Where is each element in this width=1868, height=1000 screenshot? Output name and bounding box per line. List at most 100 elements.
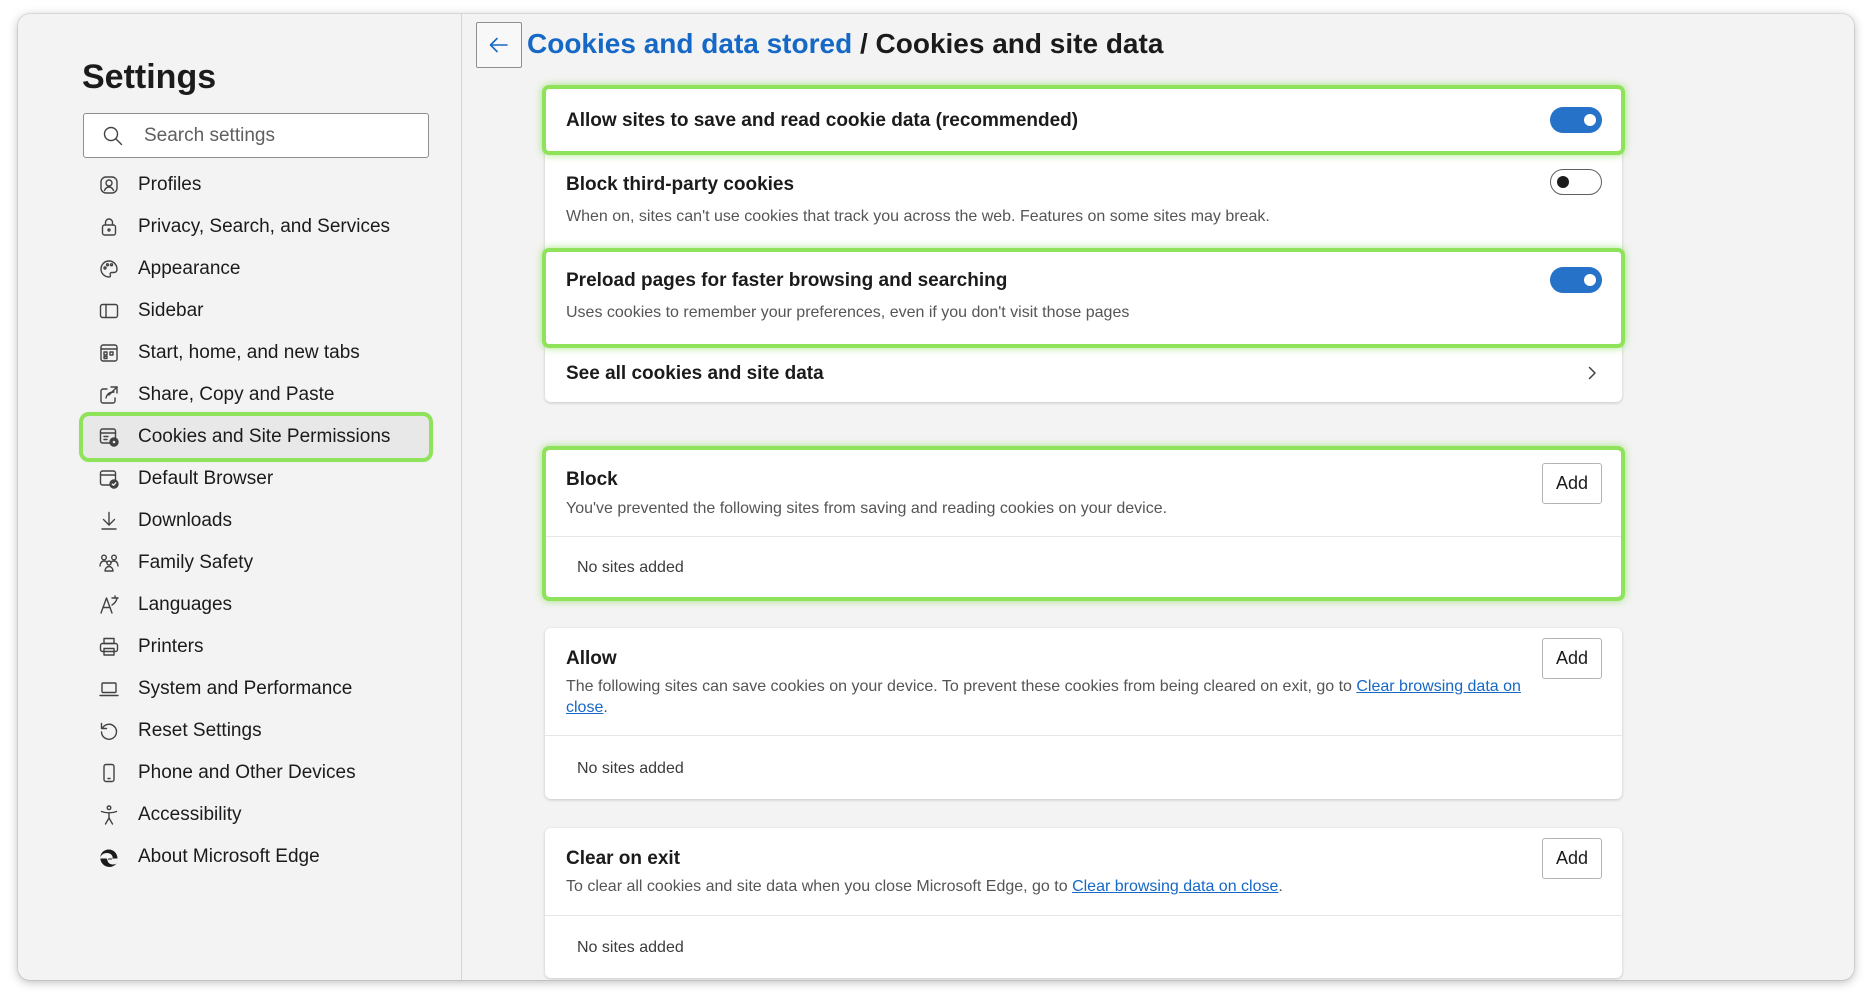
palette-icon — [97, 257, 121, 281]
sidebar-item-family-safety[interactable]: Family Safety — [83, 542, 429, 584]
breadcrumb-separator: / — [859, 28, 868, 59]
breadcrumb-parent-link[interactable]: Cookies and data stored — [527, 28, 852, 59]
toggle-knob — [1557, 176, 1569, 188]
block-third-party-description: When on, sites can't use cookies that tr… — [566, 208, 1270, 225]
lock-icon — [97, 215, 121, 239]
laptop-icon — [97, 677, 121, 701]
clear-on-exit-card: Clear on exit To clear all cookies and s… — [545, 828, 1622, 978]
block-sites-card: Block You've prevented the following sit… — [545, 450, 1622, 597]
page-title: Cookies and site data — [875, 28, 1164, 59]
divider — [545, 735, 1622, 736]
divider — [545, 915, 1622, 916]
sidebar-item-printers[interactable]: Printers — [83, 626, 429, 668]
sidebar-item-label: About Microsoft Edge — [138, 846, 320, 867]
preload-pages-description: Uses cookies to remember your preference… — [566, 304, 1130, 321]
block-empty-text: No sites added — [577, 559, 684, 576]
sidebar-item-label: Downloads — [138, 510, 232, 531]
sidebar-item-label: Privacy, Search, and Services — [138, 216, 391, 237]
profile-icon — [97, 173, 121, 197]
accessibility-icon — [97, 803, 121, 827]
sidebar-item-label: Languages — [138, 594, 233, 615]
allow-empty-text: No sites added — [577, 760, 684, 777]
sidebar-item-phone-devices[interactable]: Phone and Other Devices — [83, 752, 429, 794]
sidebar: Settings Profiles Privacy, Search, and S… — [18, 14, 462, 980]
sidebar-item-label: Profiles — [138, 174, 202, 195]
clear-on-exit-add-button[interactable]: Add — [1542, 838, 1602, 879]
block-add-button[interactable]: Add — [1542, 463, 1602, 504]
language-icon — [97, 593, 121, 617]
allow-cookies-row: Allow sites to save and read cookie data… — [545, 88, 1622, 152]
sidebar-item-privacy[interactable]: Privacy, Search, and Services — [83, 206, 429, 248]
sidebar-item-sidebar[interactable]: Sidebar — [83, 290, 429, 332]
clear-on-exit-description: To clear all cookies and site data when … — [566, 876, 1546, 897]
allow-section-title: Allow — [566, 648, 617, 669]
main-content: Cookies and data stored / Cookies and si… — [463, 14, 1854, 980]
sidebar-item-label: Printers — [138, 636, 204, 657]
block-section-description: You've prevented the following sites fro… — [566, 500, 1168, 517]
preload-pages-title: Preload pages for faster browsing and se… — [566, 270, 1008, 291]
reset-icon — [97, 719, 121, 743]
preload-pages-toggle[interactable] — [1550, 267, 1602, 293]
sidebar-icon — [97, 299, 121, 323]
sidebar-item-system-performance[interactable]: System and Performance — [83, 668, 429, 710]
block-third-party-toggle[interactable] — [1550, 169, 1602, 195]
clear-browsing-data-link[interactable]: Clear browsing data on close — [1072, 878, 1278, 895]
sidebar-item-reset-settings[interactable]: Reset Settings — [83, 710, 429, 752]
sidebar-item-label: Phone and Other Devices — [138, 762, 356, 783]
sidebar-item-label: System and Performance — [138, 678, 353, 699]
edge-logo-icon — [97, 845, 121, 869]
see-all-cookies-row[interactable]: See all cookies and site data — [545, 345, 1622, 402]
cookie-settings-card: Allow sites to save and read cookie data… — [545, 88, 1622, 402]
sidebar-item-accessibility[interactable]: Accessibility — [83, 794, 429, 836]
sidebar-item-label: Accessibility — [138, 804, 242, 825]
sidebar-item-label: Default Browser — [138, 468, 274, 489]
clear-on-exit-description-text: To clear all cookies and site data when … — [566, 878, 1073, 895]
allow-description-suffix: . — [603, 699, 608, 716]
sidebar-item-start-home[interactable]: Start, home, and new tabs — [83, 332, 429, 374]
block-section-title: Block — [566, 469, 618, 490]
sidebar-item-share-copy[interactable]: Share, Copy and Paste — [83, 374, 429, 416]
sidebar-item-profiles[interactable]: Profiles — [83, 164, 429, 206]
search-icon — [103, 126, 123, 145]
back-button[interactable] — [476, 22, 522, 68]
block-third-party-row: Block third-party cookies When on, sites… — [545, 153, 1622, 249]
allow-add-button[interactable]: Add — [1542, 638, 1602, 679]
search-box[interactable] — [83, 113, 429, 158]
sidebar-item-languages[interactable]: Languages — [83, 584, 429, 626]
sidebar-item-about-edge[interactable]: About Microsoft Edge — [83, 836, 429, 878]
clear-on-exit-title: Clear on exit — [566, 848, 681, 869]
divider — [545, 536, 1622, 537]
sidebar-item-appearance[interactable]: Appearance — [83, 248, 429, 290]
sidebar-item-label: Cookies and Site Permissions — [138, 426, 391, 447]
share-icon — [97, 383, 121, 407]
sidebar-item-cookies-permissions[interactable]: Cookies and Site Permissions — [79, 412, 433, 462]
chevron-right-icon — [1588, 366, 1596, 380]
toggle-knob — [1584, 274, 1596, 286]
sidebar-item-label: Sidebar — [138, 300, 204, 321]
search-input[interactable] — [144, 124, 424, 147]
download-icon — [97, 509, 121, 533]
printer-icon — [97, 635, 121, 659]
sidebar-item-label: Appearance — [138, 258, 241, 279]
default-browser-icon — [97, 467, 121, 491]
preload-pages-row: Preload pages for faster browsing and se… — [545, 250, 1622, 344]
clear-on-exit-empty-text: No sites added — [577, 939, 684, 956]
toggle-knob — [1584, 114, 1596, 126]
allow-cookies-title: Allow sites to save and read cookie data… — [566, 110, 1079, 131]
see-all-cookies-title: See all cookies and site data — [566, 363, 824, 384]
sidebar-nav: Profiles Privacy, Search, and Services A… — [79, 164, 433, 878]
allow-section-description: The following sites can save cookies on … — [566, 676, 1526, 718]
family-icon — [97, 551, 121, 575]
sidebar-item-downloads[interactable]: Downloads — [83, 500, 429, 542]
sidebar-item-label: Start, home, and new tabs — [138, 342, 360, 363]
cookie-permissions-icon — [97, 425, 121, 449]
block-third-party-title: Block third-party cookies — [566, 174, 795, 195]
sidebar-item-label: Reset Settings — [138, 720, 262, 741]
allow-sites-card: Allow The following sites can save cooki… — [545, 628, 1622, 799]
phone-icon — [97, 761, 121, 785]
allow-description-text: The following sites can save cookies on … — [566, 678, 1357, 695]
sidebar-item-label: Share, Copy and Paste — [138, 384, 335, 405]
allow-cookies-toggle[interactable] — [1550, 107, 1602, 133]
arrow-left-icon — [489, 37, 508, 53]
sidebar-item-default-browser[interactable]: Default Browser — [83, 458, 429, 500]
